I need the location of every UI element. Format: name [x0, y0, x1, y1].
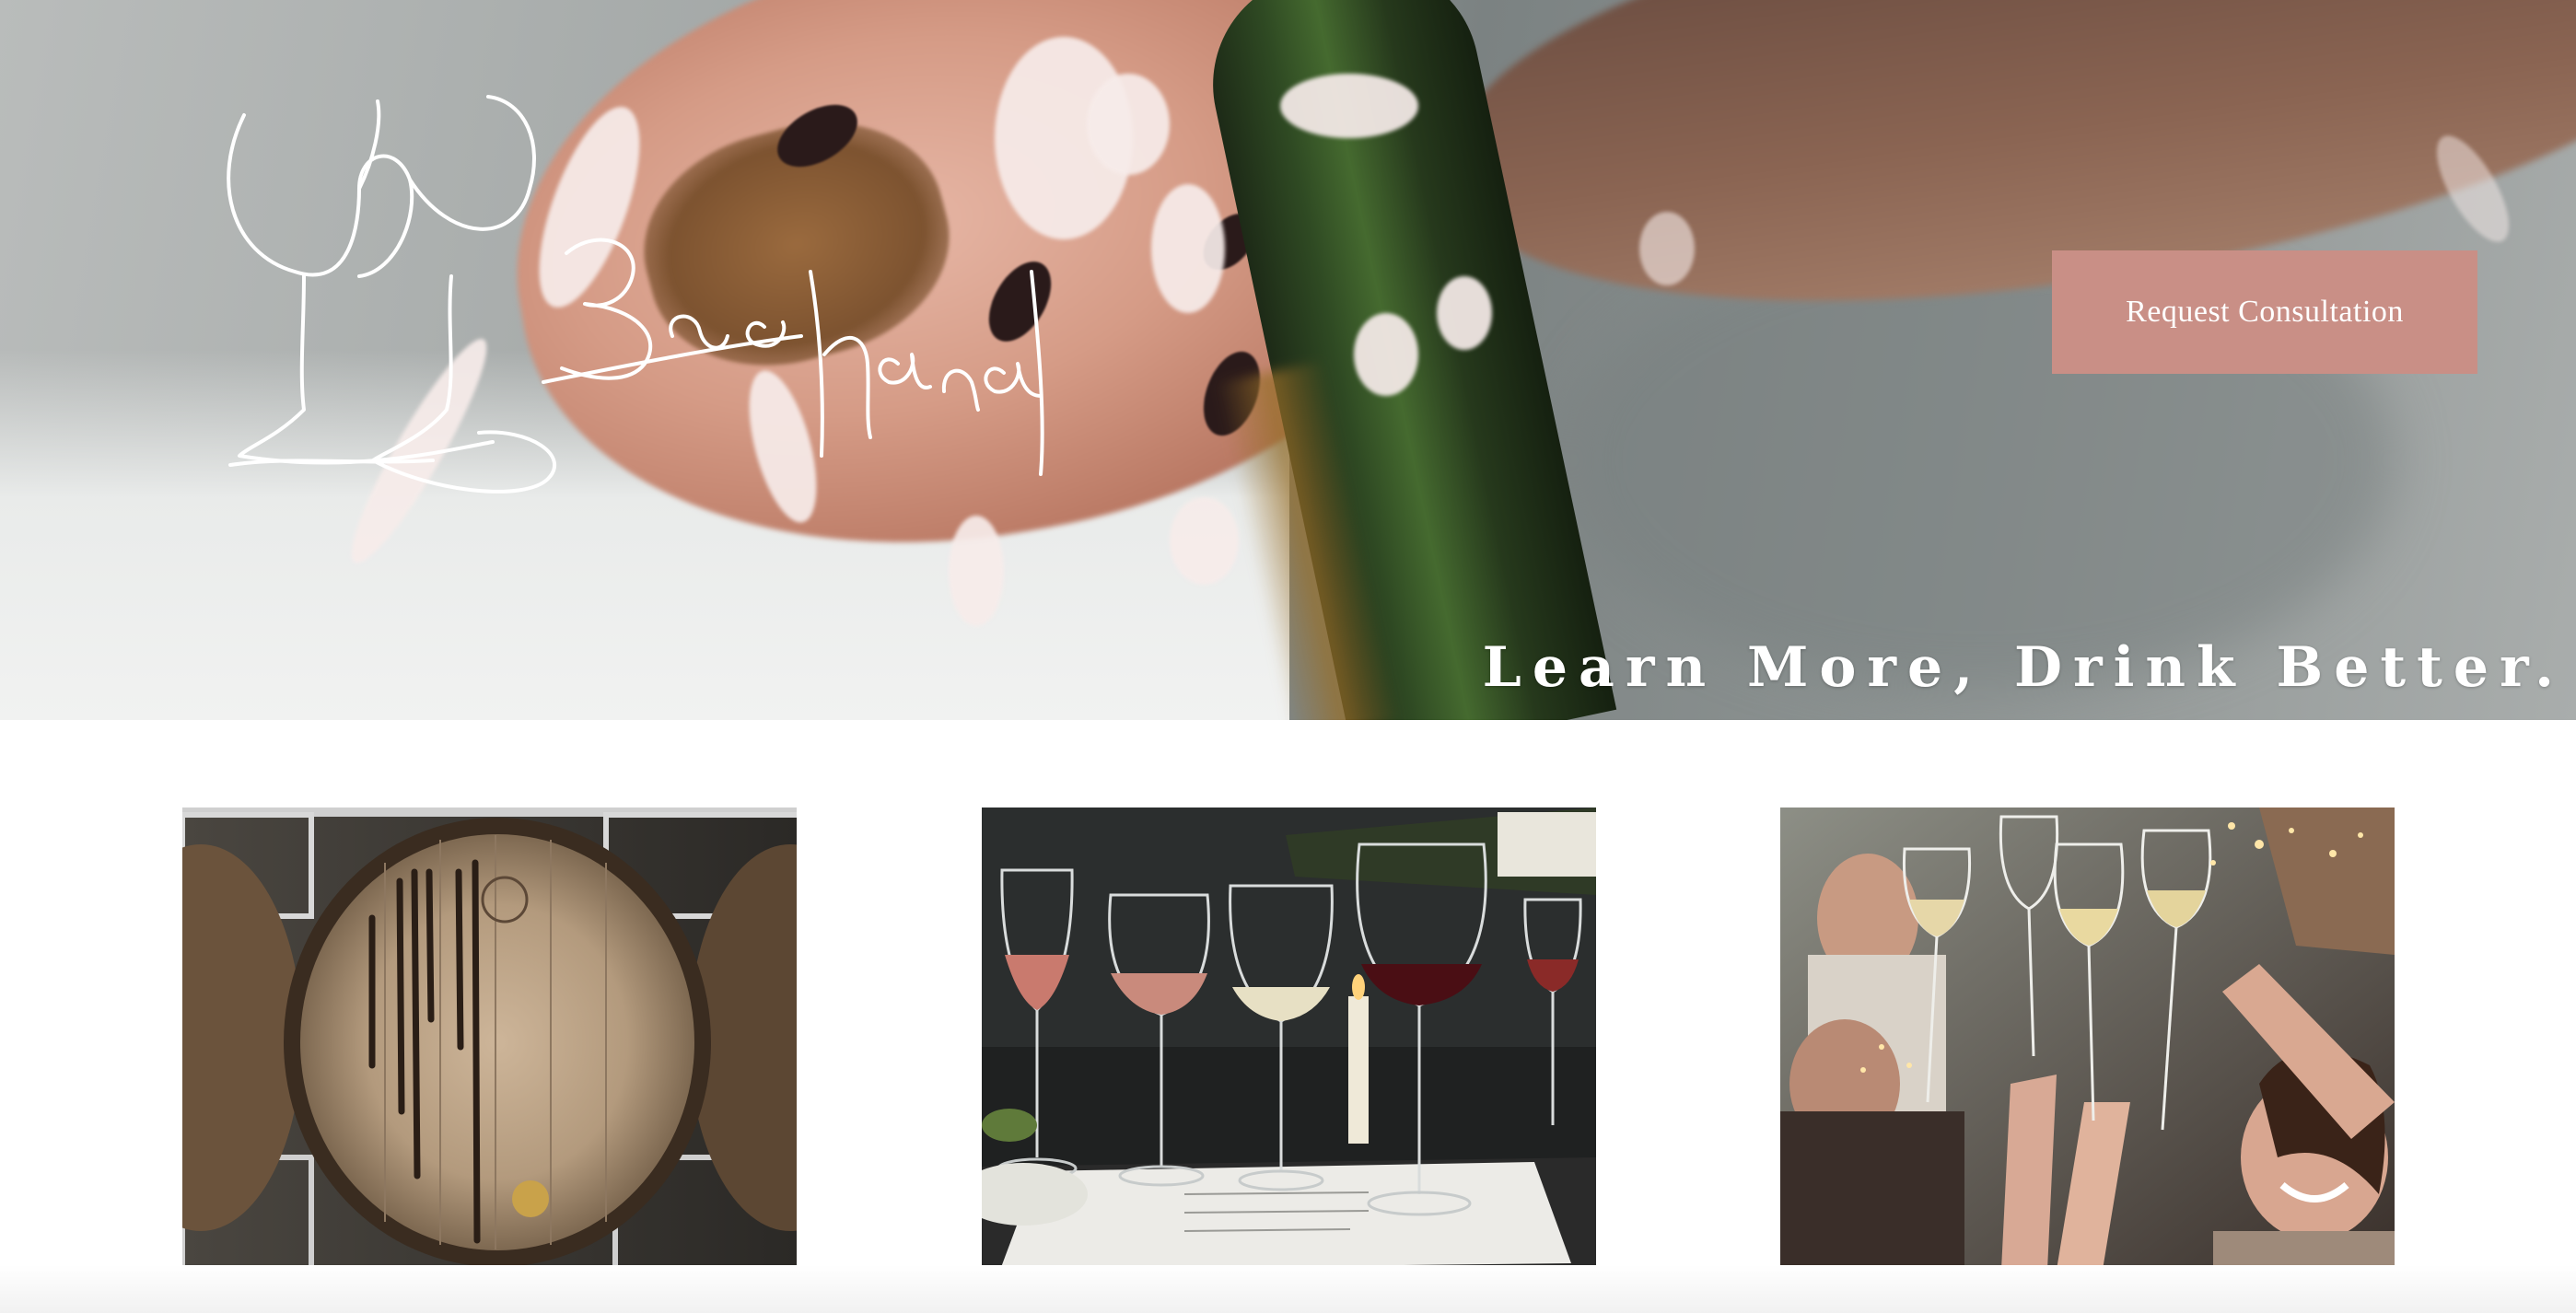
page-bottom-edge — [0, 1265, 2576, 1313]
wine-barrel-image — [182, 808, 797, 1270]
people-toasting-image — [1780, 808, 2395, 1270]
hero-banner: Request Consultation Learn More, Drink B… — [0, 0, 2576, 720]
hero-tagline: Learn More, Drink Better. — [1482, 635, 2565, 700]
wine-barrel-photo — [182, 808, 797, 1270]
foam-splash — [1170, 497, 1239, 585]
foam-splash — [1354, 313, 1418, 396]
wine-tasting-photo — [982, 808, 1596, 1270]
request-consultation-button[interactable]: Request Consultation — [2052, 250, 2477, 374]
wine-glasses-image — [982, 808, 1596, 1270]
foam-splash — [1437, 276, 1492, 350]
foam-splash — [1087, 74, 1170, 175]
foam-splash — [1639, 212, 1695, 285]
toasting-friends-photo — [1780, 808, 2395, 1270]
foam-splash — [1280, 74, 1418, 138]
photo-gallery — [0, 720, 2576, 1313]
bacchanal-logo-icon[interactable] — [212, 87, 1059, 520]
foam-splash — [1151, 184, 1225, 313]
foam-splash — [949, 516, 1004, 626]
